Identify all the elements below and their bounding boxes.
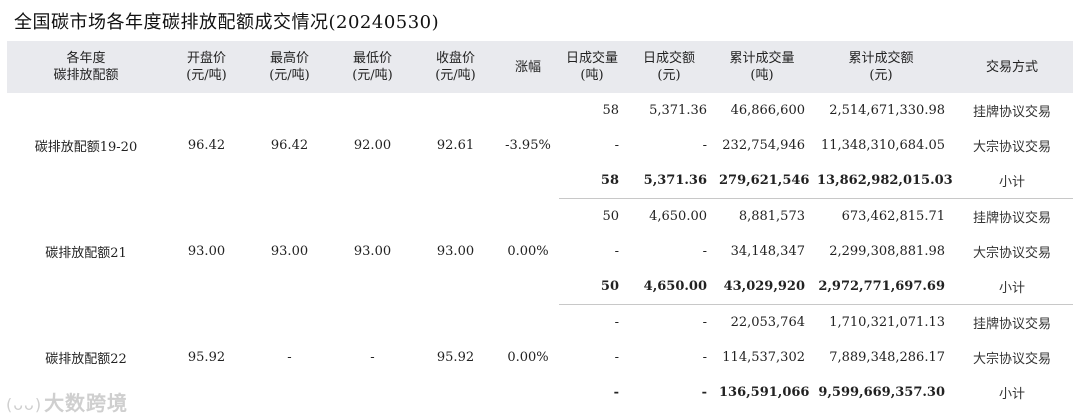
cumulative-volume-cell: 279,621,546 <box>713 163 811 199</box>
cumulative-volume-cell: 22,053,764 <box>730 315 805 330</box>
carbon-quota-table: 各年度 碳排放配额 开盘价 (元/吨) 最高价 (元/吨) 最低价 (元/吨) 收盘价(… <box>7 41 1073 410</box>
daily-volume-cell: - <box>614 244 619 259</box>
trade-method-cell: 小计 <box>951 269 1073 305</box>
daily-volume-cell: - <box>614 350 619 365</box>
header-open-price: 开盘价 (元/吨) <box>186 51 227 83</box>
daily-volume-cell: - <box>614 315 619 330</box>
trade-method-cell: 小计 <box>998 387 1025 402</box>
trade-method-cell: 小计 <box>951 163 1073 199</box>
daily-amount-cell: 4,650.00 <box>649 209 707 224</box>
cumulative-volume-cell: 232,754,946 <box>722 138 805 153</box>
daily-volume-cell: 50 <box>559 269 625 305</box>
daily-volume-cell: - <box>613 385 619 400</box>
watermark-text: 大数跨境 <box>44 391 129 415</box>
page-title: 全国碳市场各年度碳排放配额成交情况(20240530) <box>14 12 440 33</box>
cumulative-amount-cell: 11,348,310,684.05 <box>820 138 945 153</box>
header-daily-volume: 日成交量 (吨) <box>565 51 618 83</box>
daily-volume-cell: - <box>614 138 619 153</box>
quota-type-cell: 碳排放配额19-20 <box>34 140 138 156</box>
high-price-cell: 96.42 <box>270 138 309 154</box>
daily-amount-cell: - <box>702 244 707 259</box>
header-daily-amount: 日成交额 (元) <box>642 51 695 83</box>
cumulative-volume-cell: 8,881,573 <box>738 209 805 224</box>
daily-amount-cell: 5,371.36 <box>649 103 707 118</box>
high-price-cell: 93.00 <box>270 244 309 259</box>
change-cell: 0.00% <box>507 244 549 259</box>
daily-amount-cell: - <box>702 138 707 153</box>
daily-volume-cell: 58 <box>559 163 625 199</box>
low-price-cell: - <box>370 349 375 365</box>
daily-amount-cell: - <box>702 315 707 330</box>
table-row: 碳排放配额21 93.00 93.00 93.00 93.00 0.00% 50… <box>7 199 1073 261</box>
header-low-price: 最低价 (元/吨) <box>352 51 393 83</box>
daily-amount-cell: 4,650.00 <box>625 269 713 305</box>
open-price-cell: 93.00 <box>187 244 226 259</box>
quota-type-cell: 碳排放配额21 <box>45 246 127 261</box>
close-price-cell: 92.61 <box>436 138 475 154</box>
table-row: 碳排放配额19-20 96.42 96.42 92.00 92.61 -3.95… <box>7 93 1073 155</box>
header-quota-type: 各年度 碳排放配额 <box>53 51 119 83</box>
trade-method-cell: 大宗协议交易 <box>972 140 1051 155</box>
trade-method-cell: 挂牌协议交易 <box>972 105 1051 120</box>
daily-amount-cell: - <box>701 385 707 400</box>
watermark: (ᴗᴗ) 大数跨境 <box>6 387 128 416</box>
daily-amount-cell: - <box>702 350 707 365</box>
header-close-price: 收盘价 (元/吨) <box>435 51 476 83</box>
header-change: 涨幅 <box>514 59 541 75</box>
trade-method-cell: 挂牌协议交易 <box>972 211 1051 226</box>
cumulative-amount-cell: 1,710,321,071.13 <box>829 315 945 330</box>
cumulative-amount-cell: 2,972,771,697.69 <box>811 269 951 305</box>
cumulative-volume-cell: 136,591,066 <box>719 385 810 400</box>
cumulative-amount-cell: 7,889,348,286.17 <box>829 350 945 365</box>
close-price-cell: 95.92 <box>436 349 475 365</box>
change-cell: 0.00% <box>507 349 549 365</box>
daily-volume-cell: 50 <box>602 209 619 224</box>
header-trade-method: 交易方式 <box>985 59 1038 75</box>
header-cumulative-amount: 累计成交额 (元) <box>848 51 914 83</box>
cumulative-volume-cell: 46,866,600 <box>730 103 805 118</box>
table-header-row: 各年度 碳排放配额 开盘价 (元/吨) 最高价 (元/吨) 最低价 (元/吨) 收盘价(… <box>7 41 1073 93</box>
open-price-cell: 96.42 <box>187 138 226 154</box>
table-row: 碳排放配额22 95.92 - - 95.92 0.00% - - 22,053… <box>7 305 1073 367</box>
low-price-cell: 93.00 <box>353 244 392 259</box>
cumulative-volume-cell: 43,029,920 <box>713 269 811 305</box>
cumulative-amount-cell: 2,299,308,881.98 <box>829 244 945 259</box>
header-cumulative-volume: 累计成交量 (吨) <box>729 51 795 83</box>
low-price-cell: 92.00 <box>353 138 392 154</box>
open-price-cell: 95.92 <box>187 349 226 365</box>
watermark-logo-icon: (ᴗᴗ) <box>6 395 43 414</box>
trade-method-cell: 大宗协议交易 <box>972 352 1051 367</box>
trade-method-cell: 挂牌协议交易 <box>972 317 1051 332</box>
header-high-price: 最高价 (元/吨) <box>269 51 310 83</box>
trade-method-cell: 大宗协议交易 <box>972 246 1051 261</box>
close-price-cell: 93.00 <box>436 244 475 259</box>
daily-amount-cell: 5,371.36 <box>625 163 713 199</box>
cumulative-volume-cell: 34,148,347 <box>730 244 805 259</box>
cumulative-amount-cell: 13,862,982,015.03 <box>811 163 953 199</box>
cumulative-amount-cell: 673,462,815.71 <box>841 209 945 224</box>
cumulative-amount-cell: 2,514,671,330.98 <box>829 103 945 118</box>
daily-volume-cell: 58 <box>602 103 619 118</box>
cumulative-volume-cell: 114,537,302 <box>722 350 805 365</box>
cumulative-amount-cell: 9,599,669,357.30 <box>818 385 945 400</box>
high-price-cell: - <box>287 349 292 365</box>
change-cell: -3.95% <box>505 138 551 154</box>
